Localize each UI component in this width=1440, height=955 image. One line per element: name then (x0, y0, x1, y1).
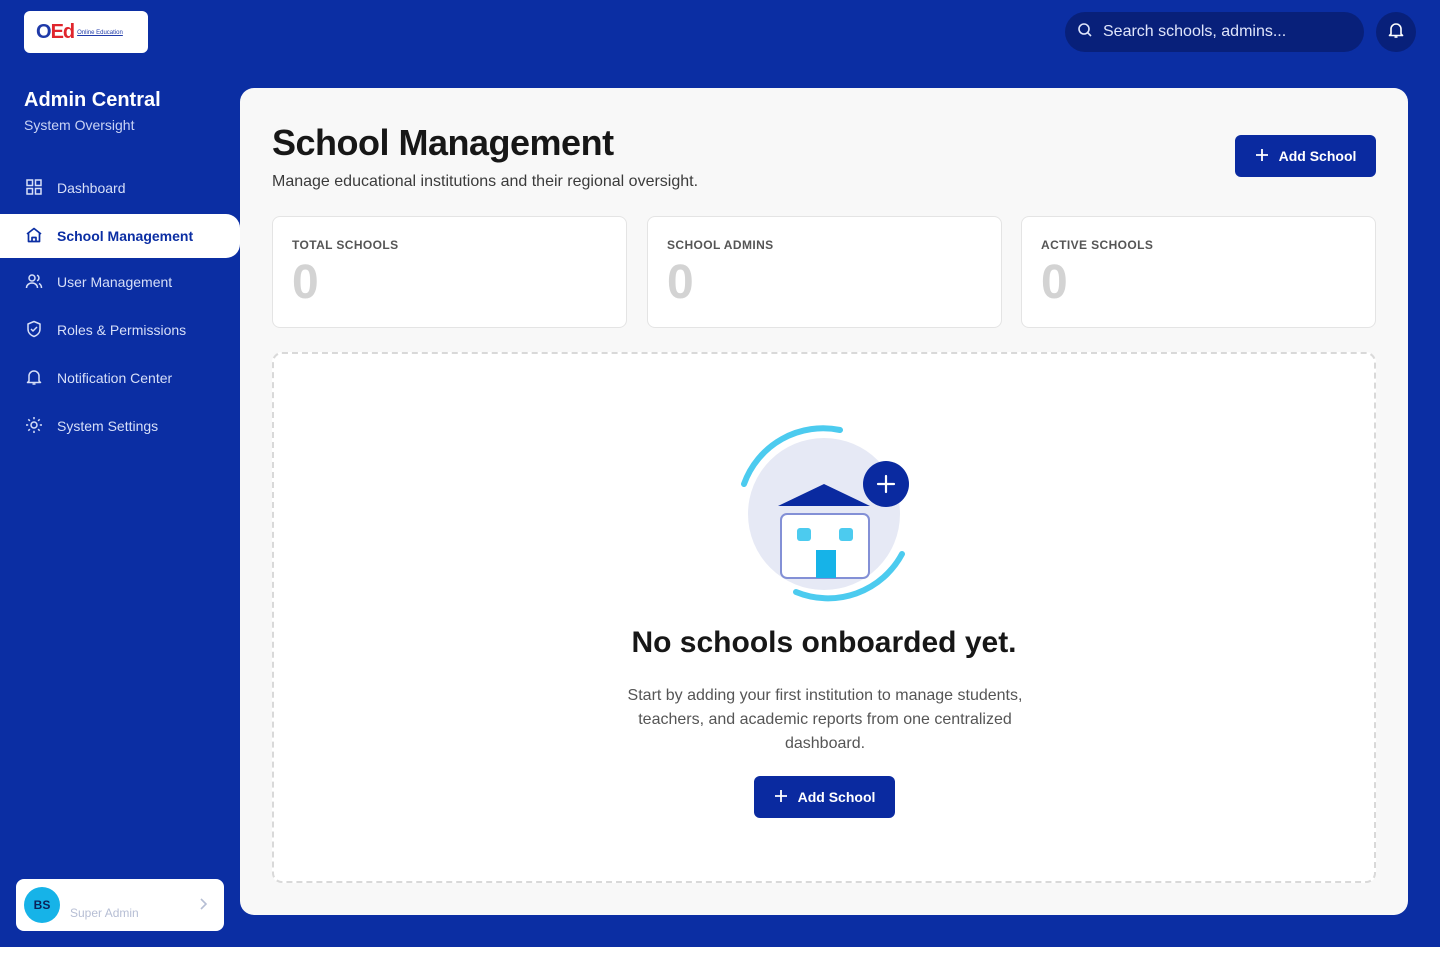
chevron-right-icon (198, 897, 208, 916)
sidebar-item-notification-center[interactable]: Notification Center (0, 354, 240, 402)
sidebar-item-label: Notification Center (57, 370, 173, 386)
stat-label: TOTAL SCHOOLS (292, 238, 399, 252)
sidebar-item-label: User Management (57, 274, 173, 290)
sidebar-item-label: Dashboard (57, 180, 126, 196)
stat-value: 0 (292, 256, 319, 309)
sidebar-item-label: Roles & Permissions (57, 322, 187, 338)
logo-mark-o: O (36, 21, 52, 43)
add-school-label: Add School (797, 789, 876, 805)
sidebar-title: Admin Central (24, 89, 161, 111)
notifications-button[interactable] (1376, 12, 1416, 52)
empty-state-description: Start by adding your first institution t… (627, 687, 1023, 752)
sidebar-item-dashboard[interactable]: Dashboard (0, 164, 240, 212)
stat-label: ACTIVE SCHOOLS (1041, 238, 1154, 252)
sidebar-item-system-settings[interactable]: System Settings (0, 402, 240, 450)
sidebar-item-label: System Settings (57, 418, 159, 434)
users-icon (25, 272, 43, 293)
avatar: BS (24, 887, 60, 923)
main-panel: School Management Manage educational ins… (240, 88, 1408, 915)
logo[interactable]: OEd Online Education (24, 11, 148, 53)
sidebar-item-school-management[interactable]: School Management (0, 214, 240, 258)
logo-mark: OEd (36, 21, 76, 43)
stat-card-total-schools: TOTAL SCHOOLS 0 (272, 216, 627, 328)
user-role: Super Admin (70, 906, 139, 920)
empty-state: No schools onboarded yet. Start by addin… (272, 352, 1376, 883)
logo-text: Online Education (77, 30, 123, 36)
bell-icon (25, 368, 43, 389)
search-bar[interactable] (1065, 12, 1364, 52)
empty-state-title: No schools onboarded yet. (631, 626, 1017, 659)
page-subtitle: Manage educational institutions and thei… (272, 173, 699, 190)
logo-mark-ed: Ed (50, 21, 76, 43)
sidebar-item-label: School Management (57, 228, 194, 244)
shield-icon (25, 320, 43, 341)
stat-value: 0 (667, 256, 694, 309)
search-icon (1077, 22, 1093, 43)
school-illustration (736, 422, 916, 612)
search-input[interactable] (1103, 23, 1343, 41)
gear-icon (25, 416, 43, 437)
stat-label: SCHOOL ADMINS (667, 238, 774, 252)
add-school-empty-button[interactable]: Add School (754, 776, 895, 818)
add-school-label: Add School (1278, 148, 1357, 164)
sidebar-item-user-management[interactable]: User Management (0, 258, 240, 306)
sidebar-item-roles-permissions[interactable]: Roles & Permissions (0, 306, 240, 354)
plus-icon (774, 789, 788, 806)
plus-icon (1255, 148, 1269, 165)
user-profile-card[interactable]: BS Super Admin (16, 879, 224, 931)
sidebar-subtitle: System Oversight (24, 117, 135, 133)
sidebar-nav: Dashboard School Management User Managem… (0, 164, 240, 450)
grid-icon (25, 178, 43, 199)
home-icon (25, 226, 43, 247)
stat-value: 0 (1041, 256, 1068, 309)
page-title: School Management (272, 122, 614, 163)
app-frame: OEd Online Education Admin Central Syste… (0, 0, 1440, 947)
stat-card-active-schools: ACTIVE SCHOOLS 0 (1021, 216, 1376, 328)
bell-icon (1387, 21, 1405, 44)
stat-card-school-admins: SCHOOL ADMINS 0 (647, 216, 1002, 328)
add-school-button[interactable]: Add School (1235, 135, 1376, 177)
